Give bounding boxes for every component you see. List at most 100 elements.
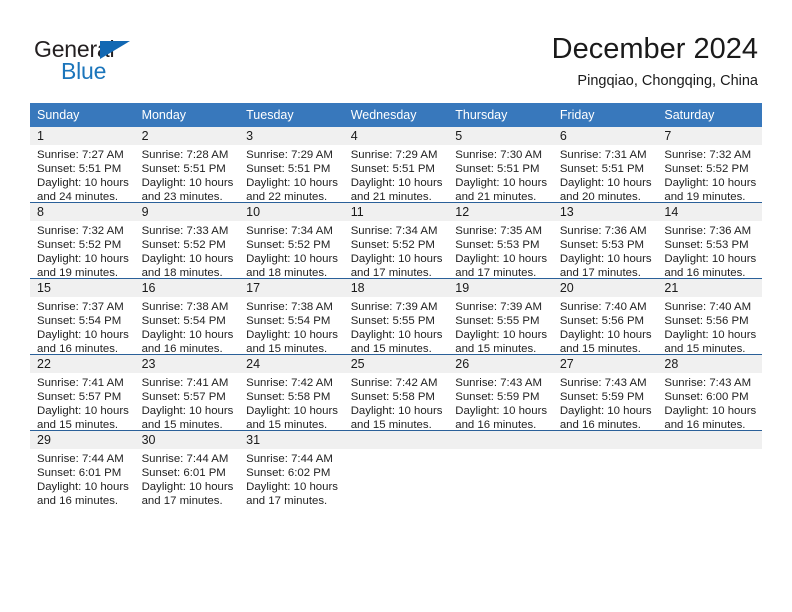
day-cell[interactable]: 25 Sunrise: 7:42 AM Sunset: 5:58 PM Dayl… xyxy=(343,354,449,431)
weekday-header-thursday: Thursday xyxy=(448,103,553,127)
day-number: 12 xyxy=(448,203,553,221)
sunset-text: Sunset: 5:54 PM xyxy=(141,315,226,328)
day-cell[interactable]: 7 Sunrise: 7:32 AM Sunset: 5:52 PM Dayli… xyxy=(657,127,762,203)
day-details: Sunrise: 7:41 AM Sunset: 5:57 PM Dayligh… xyxy=(30,373,135,431)
day-cell[interactable]: 5 Sunrise: 7:30 AM Sunset: 5:51 PM Dayli… xyxy=(448,127,553,203)
day-details: Sunrise: 7:43 AM Sunset: 5:59 PM Dayligh… xyxy=(553,373,658,432)
weekday-header-saturday: Saturday xyxy=(657,103,762,127)
day-cell[interactable]: 31 Sunrise: 7:44 AM Sunset: 6:02 PM Dayl… xyxy=(239,430,344,507)
daylight-text-line1: Daylight: 10 hours xyxy=(455,405,548,418)
day-cell[interactable]: 3 Sunrise: 7:29 AM Sunset: 5:51 PM Dayli… xyxy=(239,127,344,203)
sunrise-text: Sunrise: 7:42 AM xyxy=(246,377,333,389)
day-cell[interactable]: 23 Sunrise: 7:41 AM Sunset: 5:57 PM Dayl… xyxy=(134,354,240,431)
day-cell[interactable]: 10 Sunrise: 7:34 AM Sunset: 5:52 PM Dayl… xyxy=(239,202,344,279)
day-number: 4 xyxy=(343,127,449,145)
day-cell[interactable]: 11 Sunrise: 7:34 AM Sunset: 5:52 PM Dayl… xyxy=(343,202,449,279)
sunrise-text: Sunrise: 7:39 AM xyxy=(455,301,542,313)
weekday-header-row: Sunday Monday Tuesday Wednesday Thursday… xyxy=(30,103,762,127)
day-cell[interactable]: 22 Sunrise: 7:41 AM Sunset: 5:57 PM Dayl… xyxy=(30,354,135,431)
day-number xyxy=(448,431,553,449)
day-cell[interactable]: 20 Sunrise: 7:40 AM Sunset: 5:56 PM Dayl… xyxy=(552,278,658,355)
day-cell[interactable]: 13 Sunrise: 7:36 AM Sunset: 5:53 PM Dayl… xyxy=(552,202,658,279)
day-cell-empty xyxy=(343,430,449,506)
calendar-week-row: 1 Sunrise: 7:27 AM Sunset: 5:51 PM Dayli… xyxy=(30,127,762,203)
sunrise-text: Sunrise: 7:43 AM xyxy=(664,377,752,389)
day-number xyxy=(343,431,449,449)
sunrise-text: Sunrise: 7:44 AM xyxy=(141,453,229,465)
day-cell[interactable]: 15 Sunrise: 7:37 AM Sunset: 5:54 PM Dayl… xyxy=(30,278,135,355)
day-number: 7 xyxy=(657,127,762,145)
day-number: 13 xyxy=(552,203,658,221)
day-number: 22 xyxy=(30,355,135,373)
calendar-body: 1 Sunrise: 7:27 AM Sunset: 5:51 PM Dayli… xyxy=(30,127,762,508)
day-cell[interactable]: 9 Sunrise: 7:33 AM Sunset: 5:52 PM Dayli… xyxy=(134,202,240,279)
sunrise-text: Sunrise: 7:43 AM xyxy=(455,377,542,389)
day-details: Sunrise: 7:31 AM Sunset: 5:51 PM Dayligh… xyxy=(553,145,658,203)
day-cell[interactable]: 12 Sunrise: 7:35 AM Sunset: 5:53 PM Dayl… xyxy=(448,202,553,279)
sunset-text: Sunset: 5:52 PM xyxy=(246,239,331,252)
sunset-text: Sunset: 5:59 PM xyxy=(559,391,645,404)
daylight-text-line1: Daylight: 10 hours xyxy=(141,329,234,342)
day-cell[interactable]: 16 Sunrise: 7:38 AM Sunset: 5:54 PM Dayl… xyxy=(134,278,240,355)
day-details: Sunrise: 7:40 AM Sunset: 5:56 PM Dayligh… xyxy=(553,297,658,355)
day-cell[interactable]: 4 Sunrise: 7:29 AM Sunset: 5:51 PM Dayli… xyxy=(343,127,449,203)
sunset-text: Sunset: 6:01 PM xyxy=(141,467,226,480)
day-cell[interactable]: 27 Sunrise: 7:43 AM Sunset: 5:59 PM Dayl… xyxy=(552,354,658,432)
day-details: Sunrise: 7:32 AM Sunset: 5:52 PM Dayligh… xyxy=(30,221,135,279)
sunrise-text: Sunrise: 7:38 AM xyxy=(246,301,333,313)
page-title: December 2024 xyxy=(551,33,758,65)
sunrise-text: Sunrise: 7:27 AM xyxy=(37,149,124,161)
daylight-text-line2: and 16 minutes. xyxy=(559,419,641,432)
day-details: Sunrise: 7:29 AM Sunset: 5:51 PM Dayligh… xyxy=(239,145,344,203)
daylight-text-line1: Daylight: 10 hours xyxy=(455,253,548,266)
sunset-text: Sunset: 5:55 PM xyxy=(455,315,540,328)
daylight-text-line2: and 17 minutes. xyxy=(141,495,223,508)
day-number: 30 xyxy=(134,431,240,449)
daylight-text-line1: Daylight: 10 hours xyxy=(664,253,757,266)
day-details: Sunrise: 7:38 AM Sunset: 5:54 PM Dayligh… xyxy=(135,297,240,355)
daylight-text-line1: Daylight: 10 hours xyxy=(350,253,443,266)
sunset-text: Sunset: 5:51 PM xyxy=(350,163,435,176)
day-details: Sunrise: 7:44 AM Sunset: 6:01 PM Dayligh… xyxy=(135,449,240,508)
sunrise-text: Sunrise: 7:32 AM xyxy=(664,149,752,161)
sunrise-text: Sunrise: 7:44 AM xyxy=(246,453,333,465)
daylight-text-line1: Daylight: 10 hours xyxy=(246,329,338,342)
day-details: Sunrise: 7:40 AM Sunset: 5:56 PM Dayligh… xyxy=(657,297,762,355)
daylight-text-line1: Daylight: 10 hours xyxy=(455,177,548,190)
sunset-text: Sunset: 5:53 PM xyxy=(559,239,645,252)
daylight-text-line1: Daylight: 10 hours xyxy=(37,253,129,266)
daylight-text-line1: Daylight: 10 hours xyxy=(664,329,757,342)
day-cell[interactable]: 14 Sunrise: 7:36 AM Sunset: 5:53 PM Dayl… xyxy=(657,202,762,279)
day-cell[interactable]: 24 Sunrise: 7:42 AM Sunset: 5:58 PM Dayl… xyxy=(239,354,344,431)
daylight-text-line2: and 16 minutes. xyxy=(37,495,119,508)
day-cell[interactable]: 30 Sunrise: 7:44 AM Sunset: 6:01 PM Dayl… xyxy=(134,430,240,508)
weekday-header-sunday: Sunday xyxy=(30,103,135,127)
day-cell[interactable]: 1 Sunrise: 7:27 AM Sunset: 5:51 PM Dayli… xyxy=(30,127,135,203)
day-cell[interactable]: 19 Sunrise: 7:39 AM Sunset: 5:55 PM Dayl… xyxy=(448,278,553,355)
sunset-text: Sunset: 5:57 PM xyxy=(37,391,122,404)
day-cell[interactable]: 18 Sunrise: 7:39 AM Sunset: 5:55 PM Dayl… xyxy=(343,278,449,355)
day-number: 25 xyxy=(343,355,449,373)
sunrise-text: Sunrise: 7:36 AM xyxy=(559,225,647,237)
day-details: Sunrise: 7:36 AM Sunset: 5:53 PM Dayligh… xyxy=(553,221,658,279)
day-cell[interactable]: 29 Sunrise: 7:44 AM Sunset: 6:01 PM Dayl… xyxy=(30,430,135,508)
daylight-text-line1: Daylight: 10 hours xyxy=(559,253,652,266)
day-number: 21 xyxy=(657,279,762,297)
day-cell[interactable]: 2 Sunrise: 7:28 AM Sunset: 5:51 PM Dayli… xyxy=(134,127,240,203)
day-number: 16 xyxy=(134,279,240,297)
day-number: 17 xyxy=(239,279,344,297)
day-cell[interactable]: 26 Sunrise: 7:43 AM Sunset: 5:59 PM Dayl… xyxy=(448,354,553,431)
calendar-week-row: 8 Sunrise: 7:32 AM Sunset: 5:52 PM Dayli… xyxy=(30,202,762,279)
sunrise-text: Sunrise: 7:33 AM xyxy=(141,225,229,237)
day-cell[interactable]: 8 Sunrise: 7:32 AM Sunset: 5:52 PM Dayli… xyxy=(30,202,135,279)
general-blue-logo[interactable]: General Blue xyxy=(34,36,234,86)
day-cell[interactable]: 21 Sunrise: 7:40 AM Sunset: 5:56 PM Dayl… xyxy=(657,278,762,355)
day-cell[interactable]: 28 Sunrise: 7:43 AM Sunset: 6:00 PM Dayl… xyxy=(657,354,762,431)
day-number: 2 xyxy=(134,127,240,145)
sunrise-text: Sunrise: 7:40 AM xyxy=(664,301,752,313)
day-number: 15 xyxy=(30,279,135,297)
daylight-text-line1: Daylight: 10 hours xyxy=(559,177,652,190)
day-cell[interactable]: 17 Sunrise: 7:38 AM Sunset: 5:54 PM Dayl… xyxy=(239,278,344,355)
daylight-text-line1: Daylight: 10 hours xyxy=(141,405,234,418)
day-cell[interactable]: 6 Sunrise: 7:31 AM Sunset: 5:51 PM Dayli… xyxy=(552,127,658,203)
